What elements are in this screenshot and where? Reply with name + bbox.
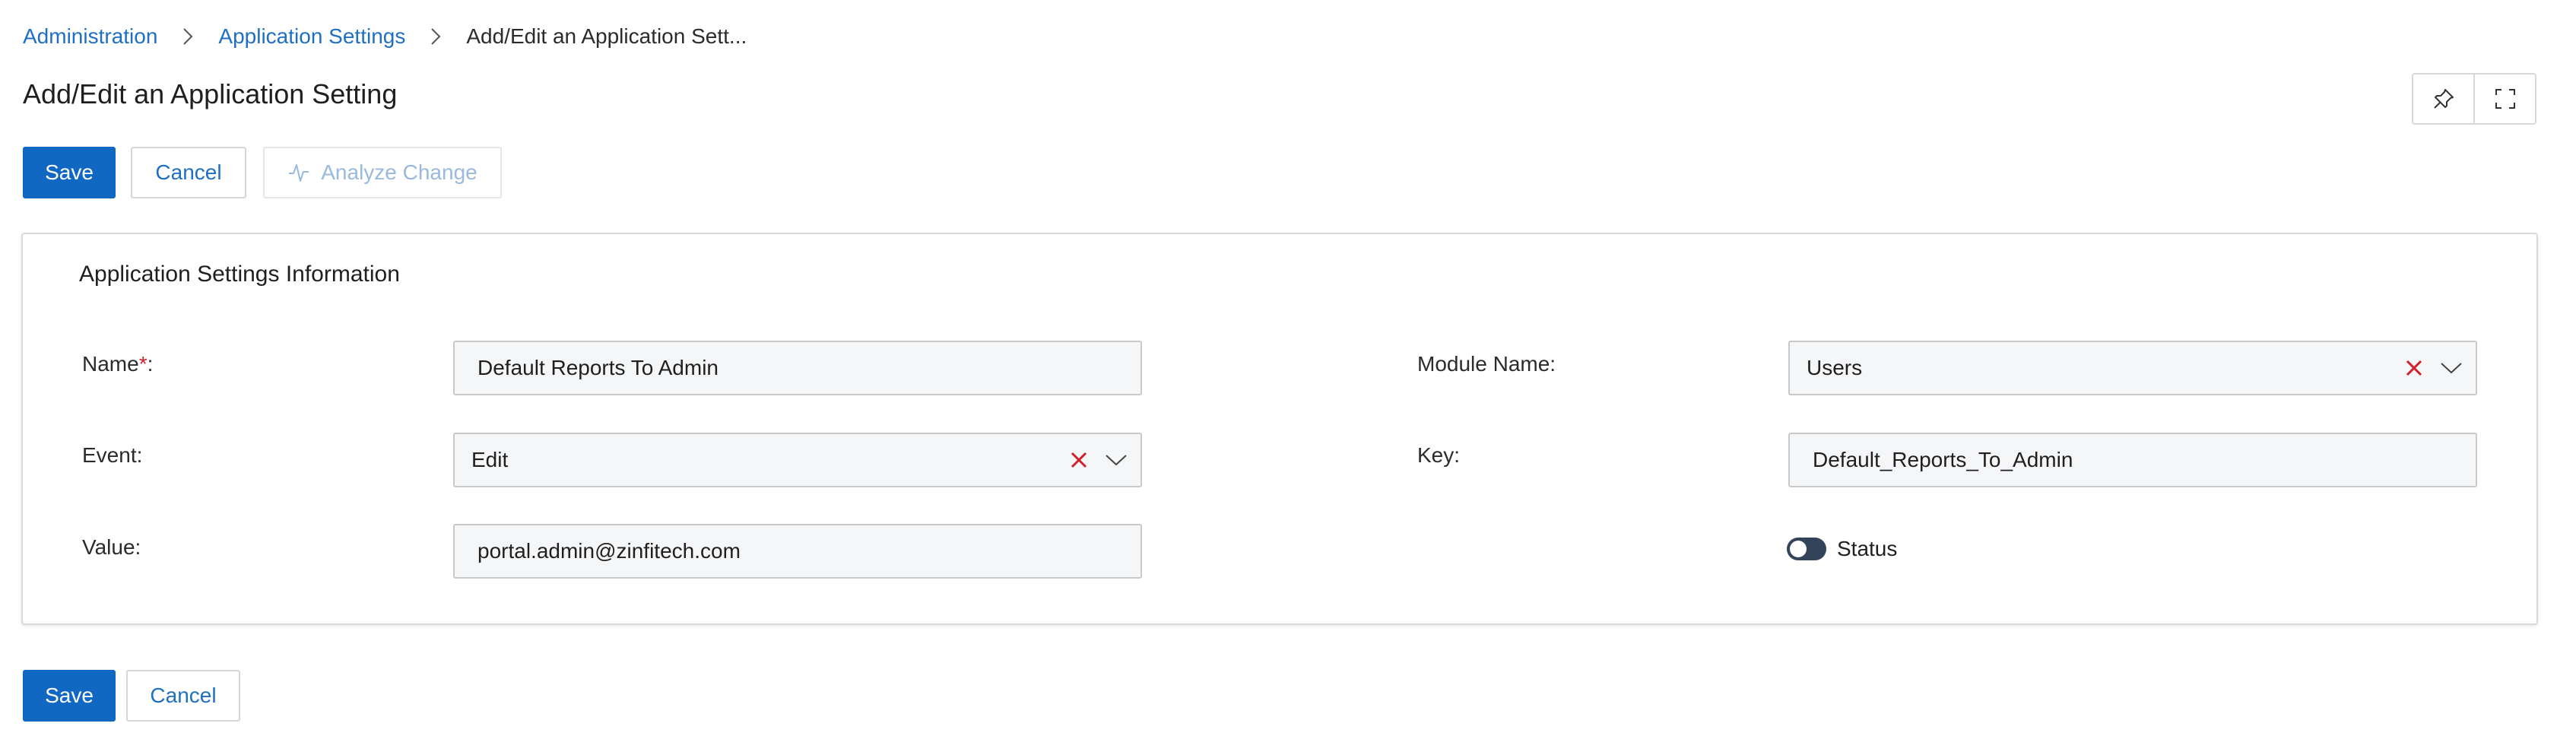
analyze-change-button[interactable]: Analyze Change xyxy=(263,147,502,198)
cancel-button[interactable]: Cancel xyxy=(131,147,246,198)
section-title: Application Settings Information xyxy=(79,262,400,287)
module-name-value: Users xyxy=(1807,356,1863,379)
clear-icon[interactable] xyxy=(1069,450,1089,470)
name-value: Default Reports To Admin xyxy=(477,356,719,379)
key-value: Default_Reports_To_Admin xyxy=(1813,448,2073,471)
clear-icon[interactable] xyxy=(2404,358,2424,378)
chevron-down-icon[interactable] xyxy=(2439,360,2463,376)
activity-icon xyxy=(287,161,310,184)
module-name-select[interactable]: Users xyxy=(1788,341,2477,395)
fullscreen-icon[interactable] xyxy=(2473,75,2535,123)
chevron-right-icon xyxy=(157,27,218,46)
event-value: Edit xyxy=(471,448,509,471)
save-button[interactable]: Save xyxy=(23,147,116,198)
name-field[interactable]: Default Reports To Admin xyxy=(453,341,1142,395)
breadcrumb: Administration Application Settings Add/… xyxy=(23,21,747,52)
key-field[interactable]: Default_Reports_To_Admin xyxy=(1788,433,2477,487)
footer-save-button[interactable]: Save xyxy=(23,670,116,722)
footer-cancel-button[interactable]: Cancel xyxy=(126,670,240,722)
toggle-knob xyxy=(1790,541,1807,557)
status-toggle-wrapper[interactable]: Status xyxy=(1787,537,1897,561)
module-name-label: Module Name: xyxy=(1417,352,1556,376)
event-label: Event: xyxy=(82,443,143,467)
status-label: Status xyxy=(1837,537,1898,560)
required-marker: * xyxy=(138,352,148,376)
chevron-down-icon[interactable] xyxy=(1104,452,1128,468)
breadcrumb-current: Add/Edit an Application Sett... xyxy=(466,24,747,48)
event-select[interactable]: Edit xyxy=(453,433,1142,487)
breadcrumb-link-administration[interactable]: Administration xyxy=(23,24,157,49)
header-icon-group xyxy=(2412,73,2536,125)
name-label: Name*: xyxy=(82,352,154,376)
key-label: Key: xyxy=(1417,443,1461,467)
analyze-change-label: Analyze Change xyxy=(321,160,477,184)
status-toggle[interactable] xyxy=(1787,538,1826,560)
breadcrumb-link-application-settings[interactable]: Application Settings xyxy=(218,24,405,49)
value-value: portal.admin@zinfitech.com xyxy=(477,539,741,563)
value-field[interactable]: portal.admin@zinfitech.com xyxy=(453,524,1142,579)
page-title: Add/Edit an Application Setting xyxy=(23,78,398,109)
chevron-right-icon xyxy=(405,27,466,46)
settings-card xyxy=(21,233,2538,625)
value-label: Value: xyxy=(82,535,141,559)
pin-icon[interactable] xyxy=(2413,75,2473,123)
